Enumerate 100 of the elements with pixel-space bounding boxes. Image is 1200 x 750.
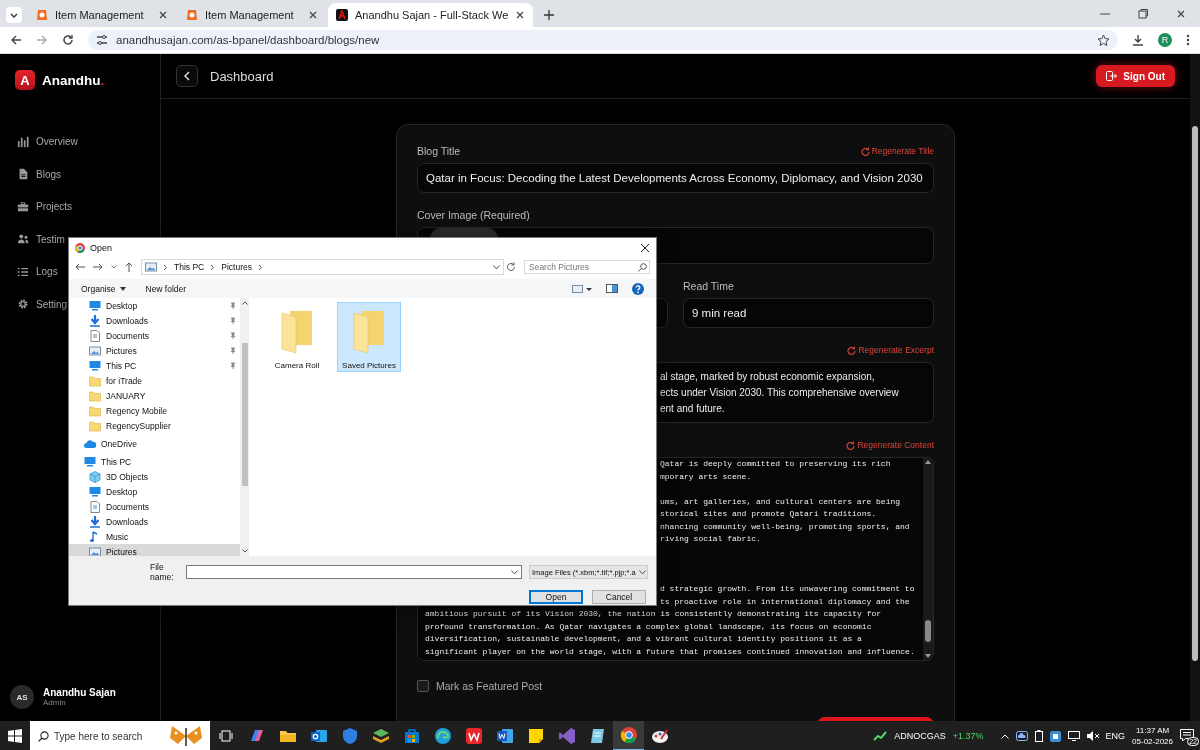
regenerate-link[interactable]: Regenerate Title xyxy=(860,146,934,156)
browser-tab[interactable]: Item Management xyxy=(28,3,176,27)
new-tab-icon[interactable] xyxy=(543,9,556,21)
layers-icon[interactable] xyxy=(371,727,390,745)
nav-tree-item[interactable]: for iTrade xyxy=(69,373,240,388)
scrollbar[interactable] xyxy=(923,458,933,660)
search-field[interactable]: Search Pictures xyxy=(524,260,650,274)
shield-icon[interactable] xyxy=(340,727,359,745)
nav-tree-item[interactable]: This PC xyxy=(69,358,240,373)
sidebar-item[interactable]: Blogs xyxy=(17,166,61,182)
close-icon[interactable] xyxy=(1176,8,1186,19)
folder-item[interactable]: Camera Roll xyxy=(265,302,329,372)
recent-locations-icon[interactable] xyxy=(111,265,117,269)
app-tray-icon[interactable] xyxy=(1049,730,1061,742)
w-tile-icon[interactable] xyxy=(464,727,483,745)
document-tile-icon[interactable] xyxy=(495,727,514,745)
nav-tree-item[interactable]: RegencySupplier xyxy=(69,418,240,433)
nav-tree-item[interactable]: Desktop xyxy=(69,298,240,313)
palette-icon[interactable] xyxy=(650,727,669,745)
cloud-icon[interactable] xyxy=(1015,731,1028,741)
pin-icon[interactable] xyxy=(230,347,236,354)
clock[interactable]: 11:37 AM 05-02-2026 xyxy=(1132,725,1173,747)
sign-out-button[interactable]: Sign Out xyxy=(1096,65,1175,87)
cancel-button[interactable]: Cancel xyxy=(592,590,646,604)
notepad-icon[interactable] xyxy=(588,727,607,745)
swirl-icon[interactable] xyxy=(433,727,452,745)
nav-tree-item[interactable]: Pictures xyxy=(69,544,240,556)
address-bar[interactable]: anandhusajan.com/as-bpanel/dashboard/blogs/new xyxy=(88,30,1118,50)
page-scrollbar[interactable] xyxy=(1190,54,1200,721)
nav-tree-item[interactable]: Desktop xyxy=(69,484,240,499)
help-icon[interactable] xyxy=(632,282,644,295)
language-indicator[interactable]: ENG xyxy=(1105,731,1126,741)
nav-tree-item[interactable]: This PC xyxy=(69,454,240,469)
back-icon[interactable] xyxy=(10,34,22,46)
featured-checkbox[interactable] xyxy=(417,680,429,692)
back-button[interactable] xyxy=(176,65,198,87)
chevron-right-icon[interactable] xyxy=(210,263,216,271)
refresh-icon[interactable] xyxy=(506,262,516,272)
profile-avatar[interactable]: R xyxy=(1158,33,1172,47)
preview-pane-icon[interactable] xyxy=(606,284,618,293)
regenerate-link[interactable]: Regenerate Content xyxy=(846,440,934,450)
sidebar-item[interactable]: Overview xyxy=(17,134,78,150)
ribbon-icon[interactable] xyxy=(557,727,576,745)
regenerate-link[interactable]: Regenerate Excerpt xyxy=(847,345,934,355)
browser-logo-icon[interactable] xyxy=(619,726,638,744)
note-icon[interactable] xyxy=(526,727,545,745)
close-icon[interactable] xyxy=(515,10,526,20)
close-icon[interactable] xyxy=(308,10,318,20)
nav-tree-item[interactable]: Downloads xyxy=(69,313,240,328)
open-button[interactable]: Open xyxy=(529,590,583,604)
pin-icon[interactable] xyxy=(230,362,236,369)
nav-tree-item[interactable]: Downloads xyxy=(69,514,240,529)
nav-tree-item[interactable]: 3D Objects xyxy=(69,469,240,484)
nav-tree-item[interactable]: Music xyxy=(69,529,240,544)
browser-tab[interactable]: Item Management xyxy=(178,3,326,27)
tree-scrollbar[interactable] xyxy=(240,298,249,556)
nav-tree-item[interactable]: Documents xyxy=(69,499,240,514)
read-time-input[interactable]: 9 min read xyxy=(683,298,934,328)
folder-item[interactable]: Saved Pictures xyxy=(337,302,401,372)
forward-icon[interactable] xyxy=(93,263,103,271)
speaker-muted-icon[interactable] xyxy=(1086,731,1099,741)
browser-tab[interactable]: Anandhu Sajan - Full-Stack We xyxy=(328,3,534,27)
sidebar-item[interactable]: Logs xyxy=(17,264,58,280)
chevron-up-icon[interactable] xyxy=(1000,733,1009,739)
file-name-input[interactable] xyxy=(186,565,522,579)
mail-icon[interactable] xyxy=(309,727,328,745)
nav-tree-item[interactable]: Regency Mobile xyxy=(69,403,240,418)
menu-icon[interactable] xyxy=(1186,34,1190,46)
windows-logo-icon[interactable] xyxy=(8,729,22,743)
reload-icon[interactable] xyxy=(62,34,74,46)
nav-tree-item[interactable]: Pictures xyxy=(69,343,240,358)
task-view-icon[interactable] xyxy=(218,729,233,743)
close-icon[interactable] xyxy=(158,10,168,20)
view-options-icon[interactable] xyxy=(572,284,592,293)
restore-icon[interactable] xyxy=(1138,8,1148,19)
organise-menu[interactable]: Organise xyxy=(81,283,126,294)
store-icon[interactable] xyxy=(402,727,421,745)
bookmark-star-icon[interactable] xyxy=(1097,33,1110,47)
taskbar-search-field[interactable]: Type here to search xyxy=(30,721,210,750)
nav-tree-item[interactable]: OneDrive xyxy=(69,436,240,451)
tab-search-icon[interactable] xyxy=(6,7,22,23)
new-folder-button[interactable]: New folder xyxy=(145,283,187,294)
back-icon[interactable] xyxy=(75,263,85,271)
breadcrumb-item[interactable]: Pictures xyxy=(221,262,252,272)
scrollbar-thumb[interactable] xyxy=(925,620,931,642)
sidebar-item[interactable]: Setting xyxy=(17,296,68,312)
battery-icon[interactable] xyxy=(1034,730,1043,742)
nav-tree-item[interactable]: Documents xyxy=(69,328,240,343)
breadcrumb-item[interactable]: This PC xyxy=(174,262,205,272)
chevron-right-icon[interactable] xyxy=(257,263,263,271)
scrollbar-thumb[interactable] xyxy=(1192,126,1198,661)
title-input[interactable]: Qatar in Focus: Decoding the Latest Developments Across Economy, Diplomacy, and Vision 2030 xyxy=(417,163,934,193)
up-arrow-icon[interactable] xyxy=(125,262,133,272)
download-icon[interactable] xyxy=(1132,34,1144,46)
pin-icon[interactable] xyxy=(230,317,236,324)
close-icon[interactable] xyxy=(640,242,650,253)
pin-icon[interactable] xyxy=(230,332,236,339)
pin-icon[interactable] xyxy=(230,302,236,309)
sidebar-item[interactable]: Projects xyxy=(17,199,73,215)
network-icon[interactable] xyxy=(1067,731,1080,741)
